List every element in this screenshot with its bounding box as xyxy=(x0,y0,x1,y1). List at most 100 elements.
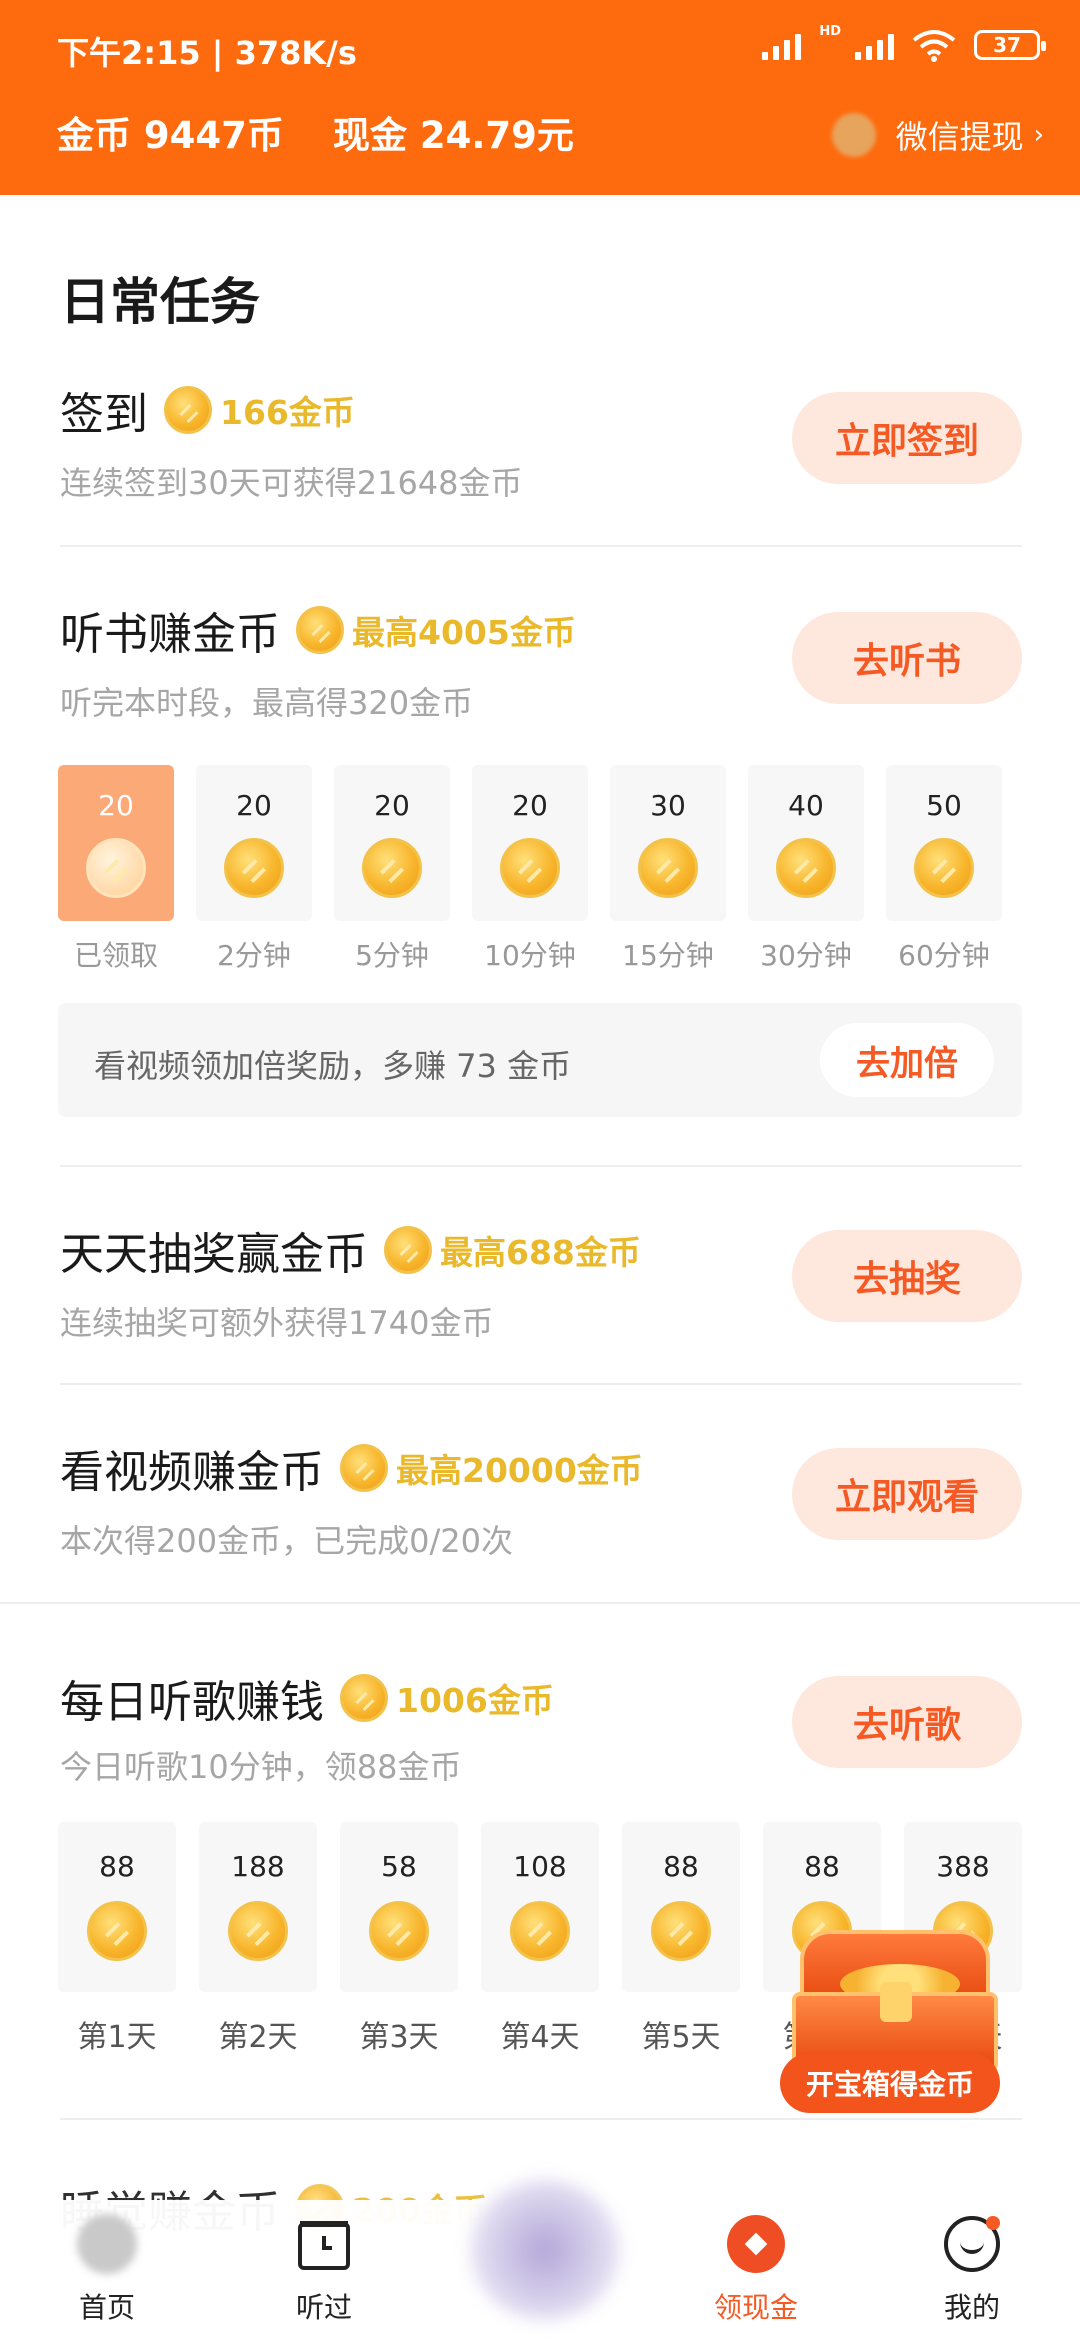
home-icon xyxy=(77,2214,137,2274)
divider xyxy=(60,545,1022,547)
avatar xyxy=(831,113,876,157)
day-label: 第2天 xyxy=(218,2020,298,2055)
song-day-1[interactable]: 88 xyxy=(58,1822,176,1992)
task-title-text: 看视频赚金币 xyxy=(60,1447,324,1498)
slot-value: 20 xyxy=(236,789,272,822)
listen-book-title: 听书赚金币 最高4005金币 xyxy=(60,598,576,662)
nav-history[interactable]: 听过 xyxy=(254,2214,394,2326)
status-time: 下午2:15 | 378K/s xyxy=(57,34,357,72)
listen-slot-6[interactable]: 40 xyxy=(748,765,864,921)
center-play-button[interactable] xyxy=(470,2180,620,2320)
nav-profile[interactable]: 我的 xyxy=(902,2214,1042,2326)
profile-icon xyxy=(942,2214,1002,2274)
lottery-subtitle: 连续抽奖可额外获得1740金币 xyxy=(60,1304,494,1342)
day-label: 第3天 xyxy=(359,2020,439,2055)
coin-icon xyxy=(228,1901,288,1961)
listen-slot-5[interactable]: 30 xyxy=(610,765,726,921)
reward-badge: 最高20000金币 xyxy=(340,1444,643,1492)
coin-icon xyxy=(384,1226,432,1274)
day-label: 第1天 xyxy=(77,2020,157,2055)
slot-value: 58 xyxy=(381,1850,417,1883)
battery-icon: 37 xyxy=(974,30,1046,60)
coin-icon xyxy=(362,838,422,898)
lock-icon xyxy=(880,1982,912,2022)
song-day-3[interactable]: 58 xyxy=(340,1822,458,1992)
listen-slot-4[interactable]: 20 xyxy=(472,765,588,921)
nav-cash[interactable]: 领现金 xyxy=(686,2214,826,2326)
divider xyxy=(60,2118,1022,2120)
double-reward-text: 看视频领加倍奖励，多赚 73 金币 xyxy=(94,1047,572,1085)
slot-label: 已领取 xyxy=(73,939,158,972)
header-bar: 下午2:15 | 378K/s HD 37 金币 9447币 现金 24.79元… xyxy=(0,0,1080,195)
slot-label: 10分钟 xyxy=(484,939,576,972)
divider xyxy=(0,1602,1080,1604)
slot-label: 5分钟 xyxy=(355,939,429,972)
song-title: 每日听歌赚钱 1006金币 xyxy=(60,1666,554,1730)
listen-slot-7[interactable]: 50 xyxy=(886,765,1002,921)
slot-value: 188 xyxy=(231,1850,285,1883)
day-label: 第4天 xyxy=(500,2020,580,2055)
signal-icon-2 xyxy=(855,30,894,60)
nav-label: 我的 xyxy=(943,2291,1000,2324)
song-day-5[interactable]: 88 xyxy=(622,1822,740,1992)
song-day-2[interactable]: 188 xyxy=(199,1822,317,1992)
slot-value: 88 xyxy=(804,1850,840,1883)
video-subtitle: 本次得200金币，已完成0/20次 xyxy=(60,1522,513,1560)
coin-icon xyxy=(776,838,836,898)
checkin-title: 签到 166金币 xyxy=(60,378,355,442)
reward-text: 166金币 xyxy=(220,393,355,432)
slot-value: 88 xyxy=(99,1850,135,1883)
hd-badge: HD xyxy=(819,23,841,39)
reward-badge: 最高688金币 xyxy=(384,1226,641,1274)
slot-value: 88 xyxy=(663,1850,699,1883)
slot-value: 40 xyxy=(788,789,824,822)
signal-icon xyxy=(762,30,802,60)
coin-icon xyxy=(638,838,698,898)
listen-slot-3[interactable]: 20 xyxy=(334,765,450,921)
coin-icon xyxy=(296,606,344,654)
coin-icon xyxy=(164,386,212,434)
slot-value: 388 xyxy=(936,1850,990,1883)
divider xyxy=(60,1383,1022,1385)
reward-badge: 166金币 xyxy=(164,386,355,434)
listen-book-subtitle: 听完本时段，最高得320金币 xyxy=(60,684,474,722)
listen-slot-1[interactable]: 20 xyxy=(58,765,174,921)
section-title: 日常任务 xyxy=(60,273,260,331)
slot-value: 20 xyxy=(374,789,410,822)
lottery-button[interactable]: 去抽奖 xyxy=(792,1230,1022,1322)
task-title-text: 天天抽奖赢金币 xyxy=(60,1229,368,1280)
nav-label: 首页 xyxy=(78,2291,135,2324)
lottery-title: 天天抽奖赢金币 最高688金币 xyxy=(60,1218,641,1282)
reward-text: 最高688金币 xyxy=(440,1233,641,1272)
slot-value: 50 xyxy=(926,789,962,822)
reward-badge: 最高4005金币 xyxy=(296,606,576,654)
wechat-withdraw-button[interactable]: 微信提现 › xyxy=(831,112,1044,158)
slot-value: 108 xyxy=(513,1850,567,1883)
nav-label: 领现金 xyxy=(713,2291,798,2324)
treasure-chest-button[interactable]: 开宝箱得金币 xyxy=(780,2053,1000,2113)
checkin-subtitle: 连续签到30天可获得21648金币 xyxy=(60,464,523,502)
wifi-icon xyxy=(912,30,956,62)
listen-slot-2[interactable]: 20 xyxy=(196,765,312,921)
slot-label: 60分钟 xyxy=(898,939,990,972)
song-day-4[interactable]: 108 xyxy=(481,1822,599,1992)
slot-value: 30 xyxy=(650,789,686,822)
video-button[interactable]: 立即观看 xyxy=(792,1448,1022,1540)
coin-icon xyxy=(224,838,284,898)
song-button[interactable]: 去听歌 xyxy=(792,1676,1022,1768)
double-reward-button[interactable]: 去加倍 xyxy=(820,1023,994,1097)
cash-balance: 现金 24.79元 xyxy=(333,114,574,157)
coin-icon xyxy=(651,1901,711,1961)
withdraw-label: 微信提现 xyxy=(895,118,1024,156)
reward-text: 1006金币 xyxy=(396,1681,554,1720)
coin-icon xyxy=(340,1674,388,1722)
reward-badge: 1006金币 xyxy=(340,1674,554,1722)
coin-icon xyxy=(369,1901,429,1961)
listen-book-button[interactable]: 去听书 xyxy=(792,612,1022,704)
checkin-button[interactable]: 立即签到 xyxy=(792,392,1022,484)
nav-home[interactable]: 首页 xyxy=(37,2214,177,2326)
coin-icon xyxy=(914,838,974,898)
cash-icon xyxy=(726,2214,786,2274)
divider xyxy=(60,1165,1022,1167)
coin-icon xyxy=(87,1901,147,1961)
